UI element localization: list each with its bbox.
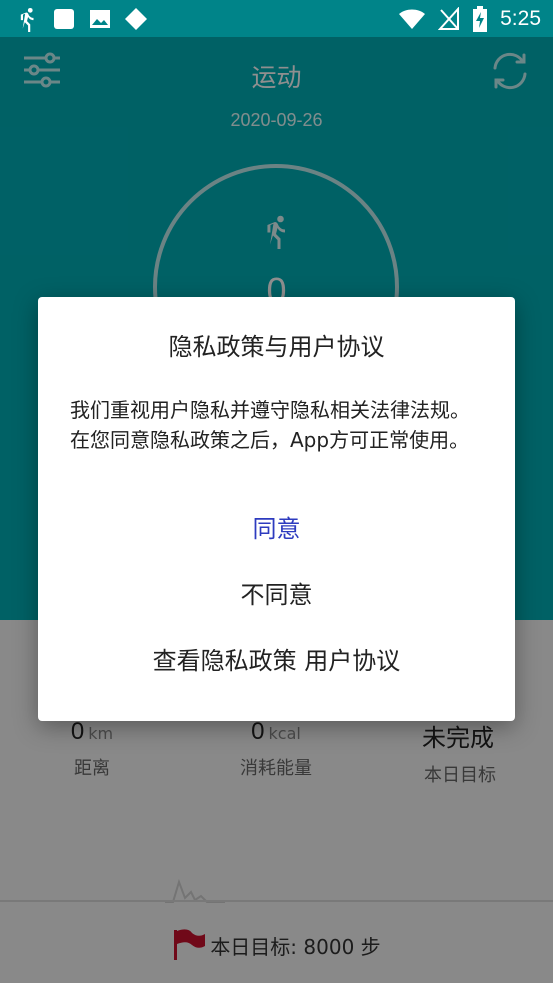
status-bar: 5:25 — [0, 0, 553, 37]
running-icon — [20, 7, 34, 32]
no-signal-icon — [438, 7, 460, 30]
dialog-message: 我们重视用户隐私并遵守隐私相关法律法规。 在您同意隐私政策之后，App方可正常使… — [70, 398, 470, 452]
square-icon — [54, 9, 74, 29]
status-bar-right-icons: 5:25 — [398, 6, 541, 32]
privacy-dialog: 隐私政策与用户协议 我们重视用户隐私并遵守隐私相关法律法规。 在您同意隐私政策之… — [38, 297, 515, 721]
battery-charging-icon — [473, 6, 488, 32]
disagree-button[interactable]: 不同意 — [38, 575, 515, 610]
wifi-icon — [399, 9, 426, 29]
clock: 5:25 — [500, 7, 541, 30]
view-policy-button[interactable]: 查看隐私政策 用户协议 — [38, 641, 515, 676]
status-bar-left-icons — [14, 6, 148, 32]
dialog-title: 隐私政策与用户协议 — [168, 333, 385, 361]
agree-button[interactable]: 同意 — [38, 509, 515, 544]
diamond-icon — [125, 8, 147, 30]
image-icon — [90, 10, 110, 28]
